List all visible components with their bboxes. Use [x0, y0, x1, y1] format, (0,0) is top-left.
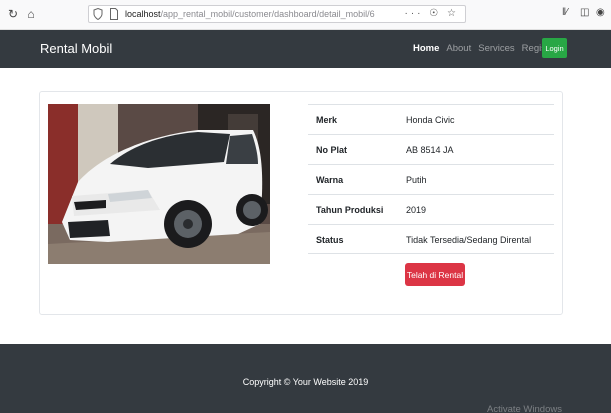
url-path: /app_rental_mobil/customer/dashboard/det… [160, 9, 375, 19]
spec-row-warna: Warna Putih [308, 164, 554, 194]
sidebar-icon[interactable]: ◫ [580, 7, 589, 18]
browser-toolbar: ↻ ⌂ localhost/app_rental_mobil/customer/… [0, 0, 611, 30]
car-photo-image [48, 104, 270, 264]
car-photo [48, 104, 270, 264]
home-icon[interactable]: ⌂ [24, 6, 38, 22]
nav-about[interactable]: About [446, 43, 471, 54]
car-detail-card: Merk Honda Civic No Plat AB 8514 JA Warn… [39, 91, 563, 315]
brand-title[interactable]: Rental Mobil [40, 41, 112, 56]
nav-links: Home About Services Register [413, 43, 557, 54]
navbar: Rental Mobil Home About Services Registe… [0, 30, 611, 68]
spec-label: Merk [316, 115, 338, 125]
login-button[interactable]: Login [542, 38, 567, 58]
copyright-text: Copyright © Your Website 2019 [242, 377, 369, 387]
spec-value: Putih [406, 175, 427, 185]
footer: Copyright © Your Website 2019 Activate W… [0, 344, 611, 413]
spec-value: Honda Civic [406, 115, 455, 125]
nav-home[interactable]: Home [413, 43, 439, 54]
rented-button[interactable]: Telah di Rental [405, 263, 465, 286]
spec-value: AB 8514 JA [406, 145, 454, 155]
spec-label: Warna [316, 175, 344, 185]
reload-icon[interactable]: ↻ [6, 6, 20, 22]
spec-label: No Plat [316, 145, 348, 155]
address-bar[interactable]: localhost/app_rental_mobil/customer/dash… [88, 5, 466, 23]
spec-row-no-plat: No Plat AB 8514 JA [308, 134, 554, 164]
spec-label: Status [316, 235, 344, 245]
account-icon[interactable]: ◉ [596, 7, 605, 18]
url-actions[interactable]: ··· ☉ ☆ [405, 8, 459, 19]
url-host: localhost [125, 9, 161, 19]
library-icon[interactable]: ‖⁄ [562, 7, 568, 18]
page-icon [110, 8, 118, 20]
nav-services[interactable]: Services [478, 43, 514, 54]
spec-row-tahun-produksi: Tahun Produksi 2019 [308, 194, 554, 224]
activate-windows-watermark: Activate Windows [487, 404, 562, 413]
spec-row-status: Status Tidak Tersedia/Sedang Dirental [308, 224, 554, 254]
spec-row-merk: Merk Honda Civic [308, 104, 554, 134]
shield-icon [93, 8, 103, 20]
url-text: localhost/app_rental_mobil/customer/dash… [125, 9, 375, 19]
spec-table: Merk Honda Civic No Plat AB 8514 JA Warn… [308, 104, 554, 254]
spec-value: 2019 [406, 205, 427, 215]
spec-label: Tahun Produksi [316, 205, 384, 215]
spec-value: Tidak Tersedia/Sedang Dirental [406, 235, 532, 245]
